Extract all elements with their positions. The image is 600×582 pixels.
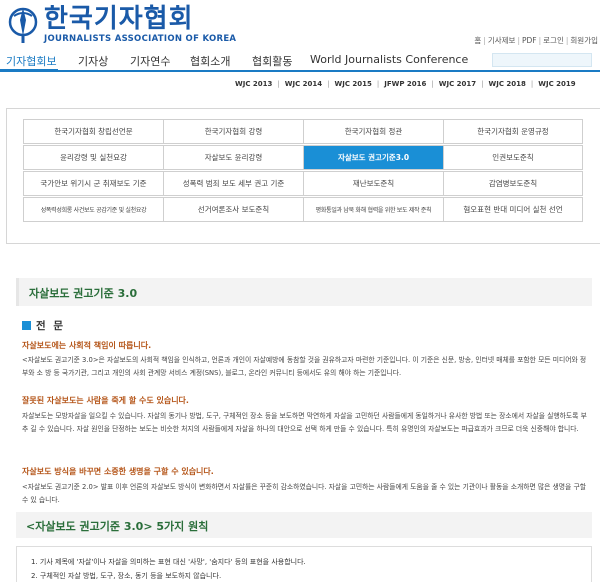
menu-human-rights[interactable]: 인권보도준칙 — [443, 145, 583, 170]
menu-harassment-report[interactable]: 성폭력성희롱 사건보도 공감기준 및 실천요강 — [23, 197, 163, 222]
search-input[interactable] — [492, 53, 592, 67]
subheading-1: 자살보도에는 사회적 책임이 따릅니다. — [22, 341, 152, 350]
menu-charter[interactable]: 한국기자협회 강령 — [163, 119, 303, 144]
util-pdf-link[interactable]: PDF — [520, 36, 539, 45]
principles-title-bar: <자살보도 권고기준 3.0> 5가지 원칙 — [16, 512, 592, 538]
principles-list: 1. 기사 제목에 '자살'이나 자살을 의미하는 표현 대신 '사망', '숨… — [16, 546, 592, 582]
paragraph-1: <자살보도 권고기준 3.0>은 자살보도의 사회적 책임을 인식하고, 언론과… — [22, 356, 587, 377]
site-logo[interactable]: 한국기자협회 JOURNALISTS ASSOCIATION OF KOREA — [6, 5, 236, 44]
nav-item-wjc[interactable]: World Journalists Conference — [310, 53, 468, 66]
grid-row: 성폭력성희롱 사건보도 공감기준 및 실천요강 선거여론조사 보도준칙 평화통일… — [23, 197, 583, 222]
section-heading: 전 문 — [22, 318, 65, 333]
utility-links: 홈 | 기사제보 | PDF | 로그인 | 회원가입 — [472, 36, 600, 45]
subnav-wjc2018[interactable]: WJC 2018 — [484, 80, 531, 88]
list-item: 1. 기사 제목에 '자살'이나 자살을 의미하는 표현 대신 '사망', '숨… — [31, 558, 306, 566]
document-menu-grid: 한국기자협회 창립선언문 한국기자협회 강령 한국기자협회 정관 한국기자협회 … — [23, 119, 583, 223]
menu-articles[interactable]: 한국기자협회 정관 — [303, 119, 443, 144]
principles-title: <자살보도 권고기준 3.0> 5가지 원칙 — [26, 520, 209, 533]
subnav-wjc2019[interactable]: WJC 2019 — [533, 80, 580, 88]
page-title: 자살보도 권고기준 3.0 — [29, 287, 138, 300]
menu-ethics-code[interactable]: 윤리강령 및 실천요강 — [23, 145, 163, 170]
nav-item-newspaper[interactable]: 기자협회보 — [6, 53, 57, 69]
menu-epidemic-report[interactable]: 감염병보도준칙 — [443, 171, 583, 196]
nav-item-award[interactable]: 기자상 — [78, 53, 108, 69]
util-report-link[interactable]: 기사제보 — [486, 36, 518, 45]
subnav-wjc2017[interactable]: WJC 2017 — [434, 80, 481, 88]
grid-row: 윤리강령 및 실천요강 자살보도 윤리강령 자살보도 권고기준3.0 인권보도준… — [23, 145, 583, 170]
main-nav: 기자협회보 기자상 기자연수 협회소개 협회활동 World Journalis… — [0, 50, 600, 72]
site-header: 한국기자협회 JOURNALISTS ASSOCIATION OF KOREA … — [0, 0, 600, 50]
grid-row: 국가안보 위기시 군 취재보도 기준 성폭력 범죄 보도 세부 권고 기준 재난… — [23, 171, 583, 196]
section-heading-text: 전 문 — [36, 320, 65, 332]
menu-anti-hate-speech[interactable]: 혐오표현 반대 미디어 실천 선언 — [443, 197, 583, 222]
subnav-wjc2014[interactable]: WJC 2014 — [280, 80, 327, 88]
list-item: 2. 구체적인 자살 방법, 도구, 장소, 동기 등을 보도하지 않습니다. — [31, 572, 222, 580]
square-bullet-icon — [22, 321, 31, 330]
menu-sexual-violence-report[interactable]: 성폭력 범죄 보도 세부 권고 기준 — [163, 171, 303, 196]
menu-operating-rules[interactable]: 한국기자협회 운영규정 — [443, 119, 583, 144]
menu-suicide-ethics[interactable]: 자살보도 윤리강령 — [163, 145, 303, 170]
menu-election-poll[interactable]: 선거여론조사 보도준칙 — [163, 197, 303, 222]
paragraph-2: 자살보도는 모방자살을 일으킬 수 있습니다. 자살의 동기나 방법, 도구, … — [22, 412, 587, 433]
pen-emblem-icon — [8, 7, 38, 43]
nav-item-training[interactable]: 기자연수 — [130, 53, 170, 69]
nav-item-about[interactable]: 협회소개 — [190, 53, 230, 69]
subnav-wjc2015[interactable]: WJC 2015 — [330, 80, 377, 88]
nav-active-indicator — [0, 69, 58, 72]
menu-national-security[interactable]: 국가안보 위기시 군 취재보도 기준 — [23, 171, 163, 196]
util-home-link[interactable]: 홈 — [472, 36, 483, 45]
nav-item-activities[interactable]: 협회활동 — [252, 53, 292, 69]
util-join-link[interactable]: 회원가입 — [568, 36, 600, 45]
subheading-3: 자살보도 방식을 바꾸면 소중한 생명을 구할 수 있습니다. — [22, 467, 214, 476]
paragraph-3: <자살보도 권고기준 2.0> 발표 이후 언론의 자살보도 방식이 변화하면서… — [22, 483, 586, 504]
util-login-link[interactable]: 로그인 — [541, 36, 566, 45]
logo-korean-text: 한국기자협회 — [44, 4, 194, 34]
page-title-bar: 자살보도 권고기준 3.0 — [16, 278, 592, 306]
grid-row: 한국기자협회 창립선언문 한국기자협회 강령 한국기자협회 정관 한국기자협회 … — [23, 119, 583, 144]
menu-peace-unification[interactable]: 평화통일과 남북 화해 협력을 위한 보도 제작 준칙 — [303, 197, 443, 222]
menu-founding-declaration[interactable]: 한국기자협회 창립선언문 — [23, 119, 163, 144]
subnav-jfwp2016[interactable]: JFWP 2016 — [379, 80, 431, 88]
subnav-wjc2013[interactable]: WJC 2013 — [230, 80, 277, 88]
document-menu-panel: 한국기자협회 창립선언문 한국기자협회 강령 한국기자협회 정관 한국기자협회 … — [6, 108, 600, 244]
menu-suicide-guideline-active[interactable]: 자살보도 권고기준3.0 — [303, 145, 443, 170]
menu-disaster-report[interactable]: 재난보도준칙 — [303, 171, 443, 196]
logo-english-text: JOURNALISTS ASSOCIATION OF KOREA — [44, 34, 237, 44]
sub-nav: WJC 2013 | WJC 2014 | WJC 2015 | JFWP 2016 | WJC… — [230, 80, 581, 88]
subheading-2: 잘못된 자살보도는 사람을 죽게 할 수도 있습니다. — [22, 396, 189, 405]
